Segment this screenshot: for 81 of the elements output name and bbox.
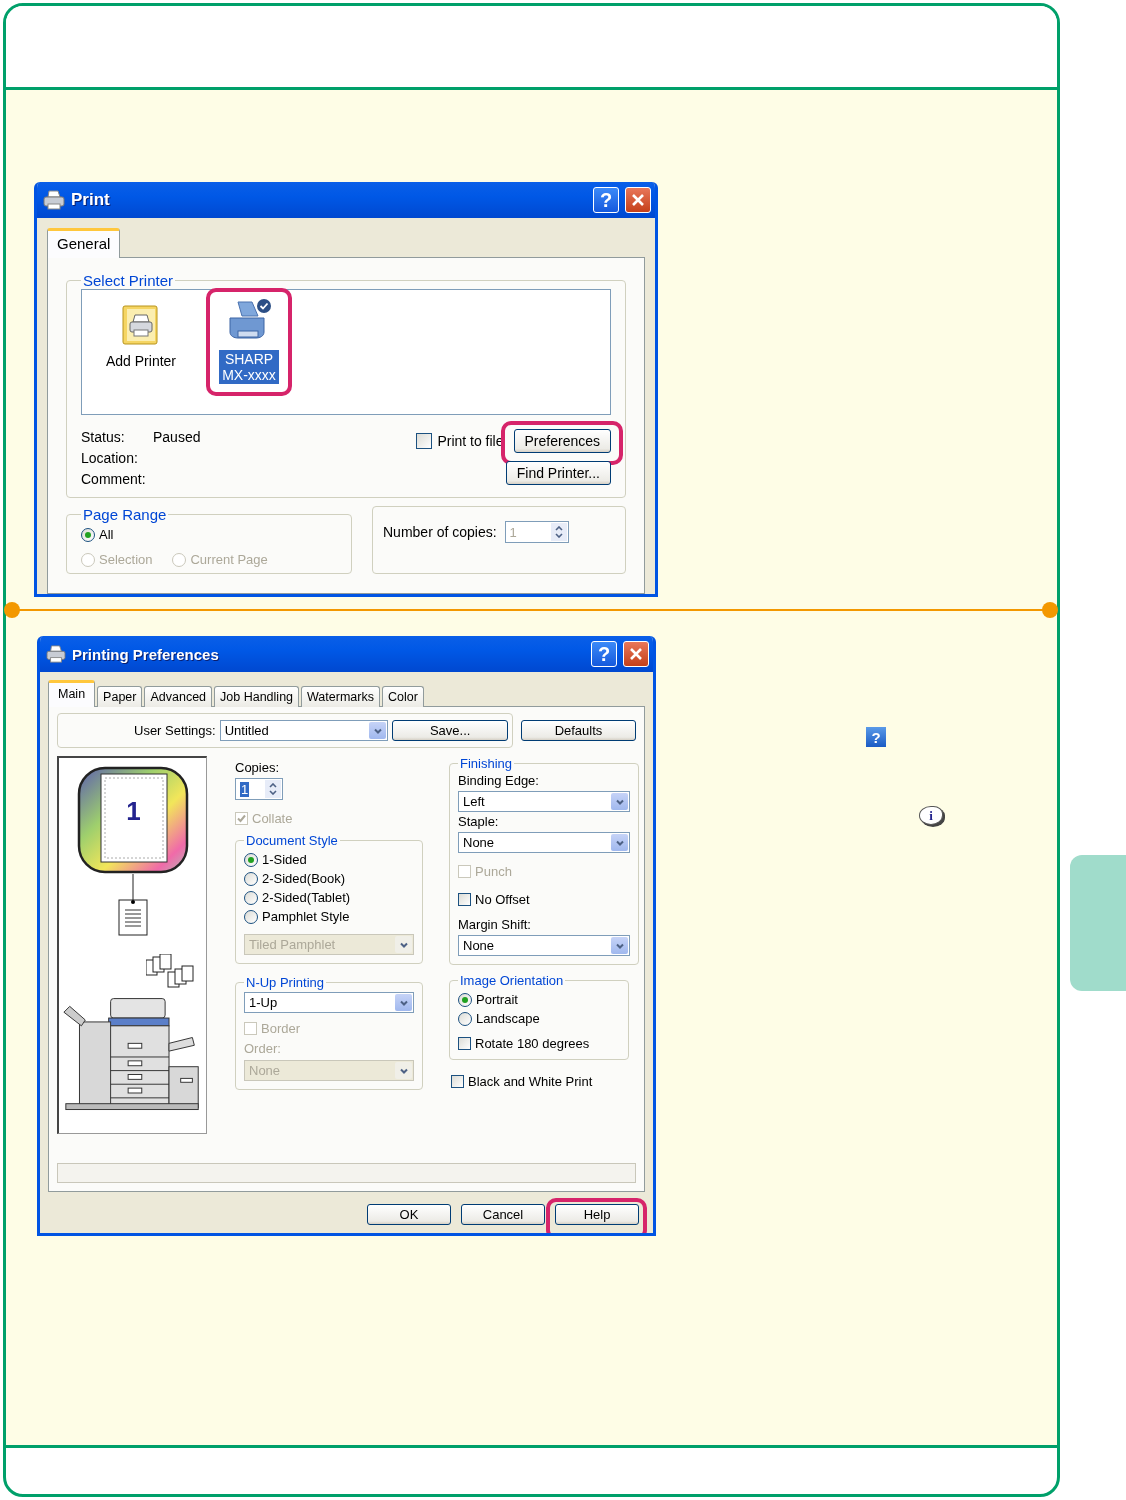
radio-button[interactable]	[81, 527, 95, 542]
radio-label: Selection	[99, 552, 153, 567]
window-title: Print	[71, 190, 111, 210]
tab[interactable]: Job Handling	[214, 686, 300, 707]
close-icon	[631, 193, 645, 207]
tab[interactable]: Color	[381, 686, 424, 707]
copies-label: Copies:	[235, 760, 281, 775]
group-label: Select Printer	[82, 272, 175, 289]
tab[interactable]: Main	[48, 680, 96, 707]
defaults-button[interactable]: Defaults	[521, 720, 636, 741]
printer-name[interactable]: Add Printer	[103, 352, 178, 370]
dialog-button[interactable]: Find Printer...	[505, 461, 611, 485]
checkbox-label: Punch	[475, 864, 512, 879]
save-button[interactable]: Save...	[392, 720, 508, 741]
info-label: Comment:	[81, 471, 147, 487]
radio-button[interactable]	[458, 992, 472, 1007]
tab[interactable]: Paper	[97, 686, 143, 707]
field-label: Staple:	[458, 814, 500, 829]
radio-button[interactable]	[244, 871, 258, 886]
window-title: Printing Preferences	[72, 645, 220, 663]
field-label: Margin Shift:	[458, 917, 532, 932]
close-icon	[629, 647, 643, 661]
group-label: Page Range	[82, 506, 168, 523]
checkbox-label: No Offset	[475, 892, 530, 907]
dropdown[interactable]: Untitled	[219, 720, 389, 741]
radio-button[interactable]	[244, 852, 258, 867]
group-label: Document Style	[245, 833, 339, 848]
dropdown[interactable]: None	[458, 832, 630, 853]
help-icon: ?	[866, 727, 886, 747]
dialog-button[interactable]: Preferences	[513, 429, 611, 453]
spin-arrows-icon	[269, 783, 277, 795]
close-button[interactable]	[623, 641, 649, 667]
checkbox-label: Collate	[252, 811, 293, 826]
radio-label: 1-Sided	[262, 852, 307, 867]
tab[interactable]: Watermarks	[301, 686, 380, 707]
help-button[interactable]: ?	[593, 187, 619, 213]
help-button[interactable]: ?	[591, 641, 617, 667]
radio-label: 2-Sided(Book)	[262, 871, 346, 886]
dropdown[interactable]: None	[458, 935, 630, 956]
user-settings-label: User Settings:	[134, 723, 216, 738]
printer-name[interactable]: SHARP MX-xxxx	[219, 350, 279, 384]
group-label: Image Orientation	[459, 973, 565, 988]
radio-label: 2-Sided(Tablet)	[262, 890, 351, 905]
checkbox-label: Black and White Print	[468, 1074, 593, 1089]
radio-label: Current Page	[190, 552, 268, 567]
info-label: Location:	[81, 450, 139, 466]
field-label: Binding Edge:	[458, 773, 540, 788]
dialog-button[interactable]: Help	[555, 1204, 639, 1225]
info-value: Paused	[153, 429, 202, 445]
radio-label: Portrait	[476, 992, 518, 1007]
info-label: Status:	[81, 429, 126, 445]
group-label: Finishing	[459, 756, 514, 771]
tab[interactable]: Advanced	[144, 686, 213, 707]
close-button[interactable]	[625, 187, 651, 213]
group-label: N-Up Printing	[245, 975, 326, 990]
order-label: Order:	[244, 1041, 282, 1056]
dropdown[interactable]: Left	[458, 791, 630, 812]
dropdown[interactable]: 1-Up	[244, 992, 414, 1013]
copies-label: Number of copies:	[383, 524, 497, 540]
radio-label: All	[99, 527, 114, 542]
tab[interactable]: General	[47, 228, 121, 258]
radio-label: Pamphlet Style	[262, 909, 350, 924]
radio-button[interactable]	[458, 1011, 472, 1026]
document-icon	[117, 874, 148, 936]
add-printer-icon	[121, 304, 161, 346]
checkbox[interactable]	[458, 1037, 471, 1050]
printer-icon	[43, 190, 65, 210]
radio-button[interactable]	[244, 909, 258, 924]
checkbox-label: Border	[261, 1021, 301, 1036]
printer-icon	[46, 645, 66, 663]
radio-label: Landscape	[476, 1011, 540, 1026]
radio-button[interactable]	[244, 890, 258, 905]
dialog-button[interactable]: OK	[367, 1204, 451, 1225]
page-number: 1	[125, 796, 142, 827]
spin-arrows-icon	[554, 526, 563, 538]
copies-spinner[interactable]: 1	[235, 778, 283, 800]
checkbox[interactable]	[451, 1075, 464, 1088]
dialog-button[interactable]: Cancel	[461, 1204, 545, 1225]
checkbox-label: Rotate 180 degrees	[475, 1036, 590, 1051]
checkbox[interactable]	[416, 433, 433, 449]
checkbox[interactable]	[458, 893, 471, 906]
